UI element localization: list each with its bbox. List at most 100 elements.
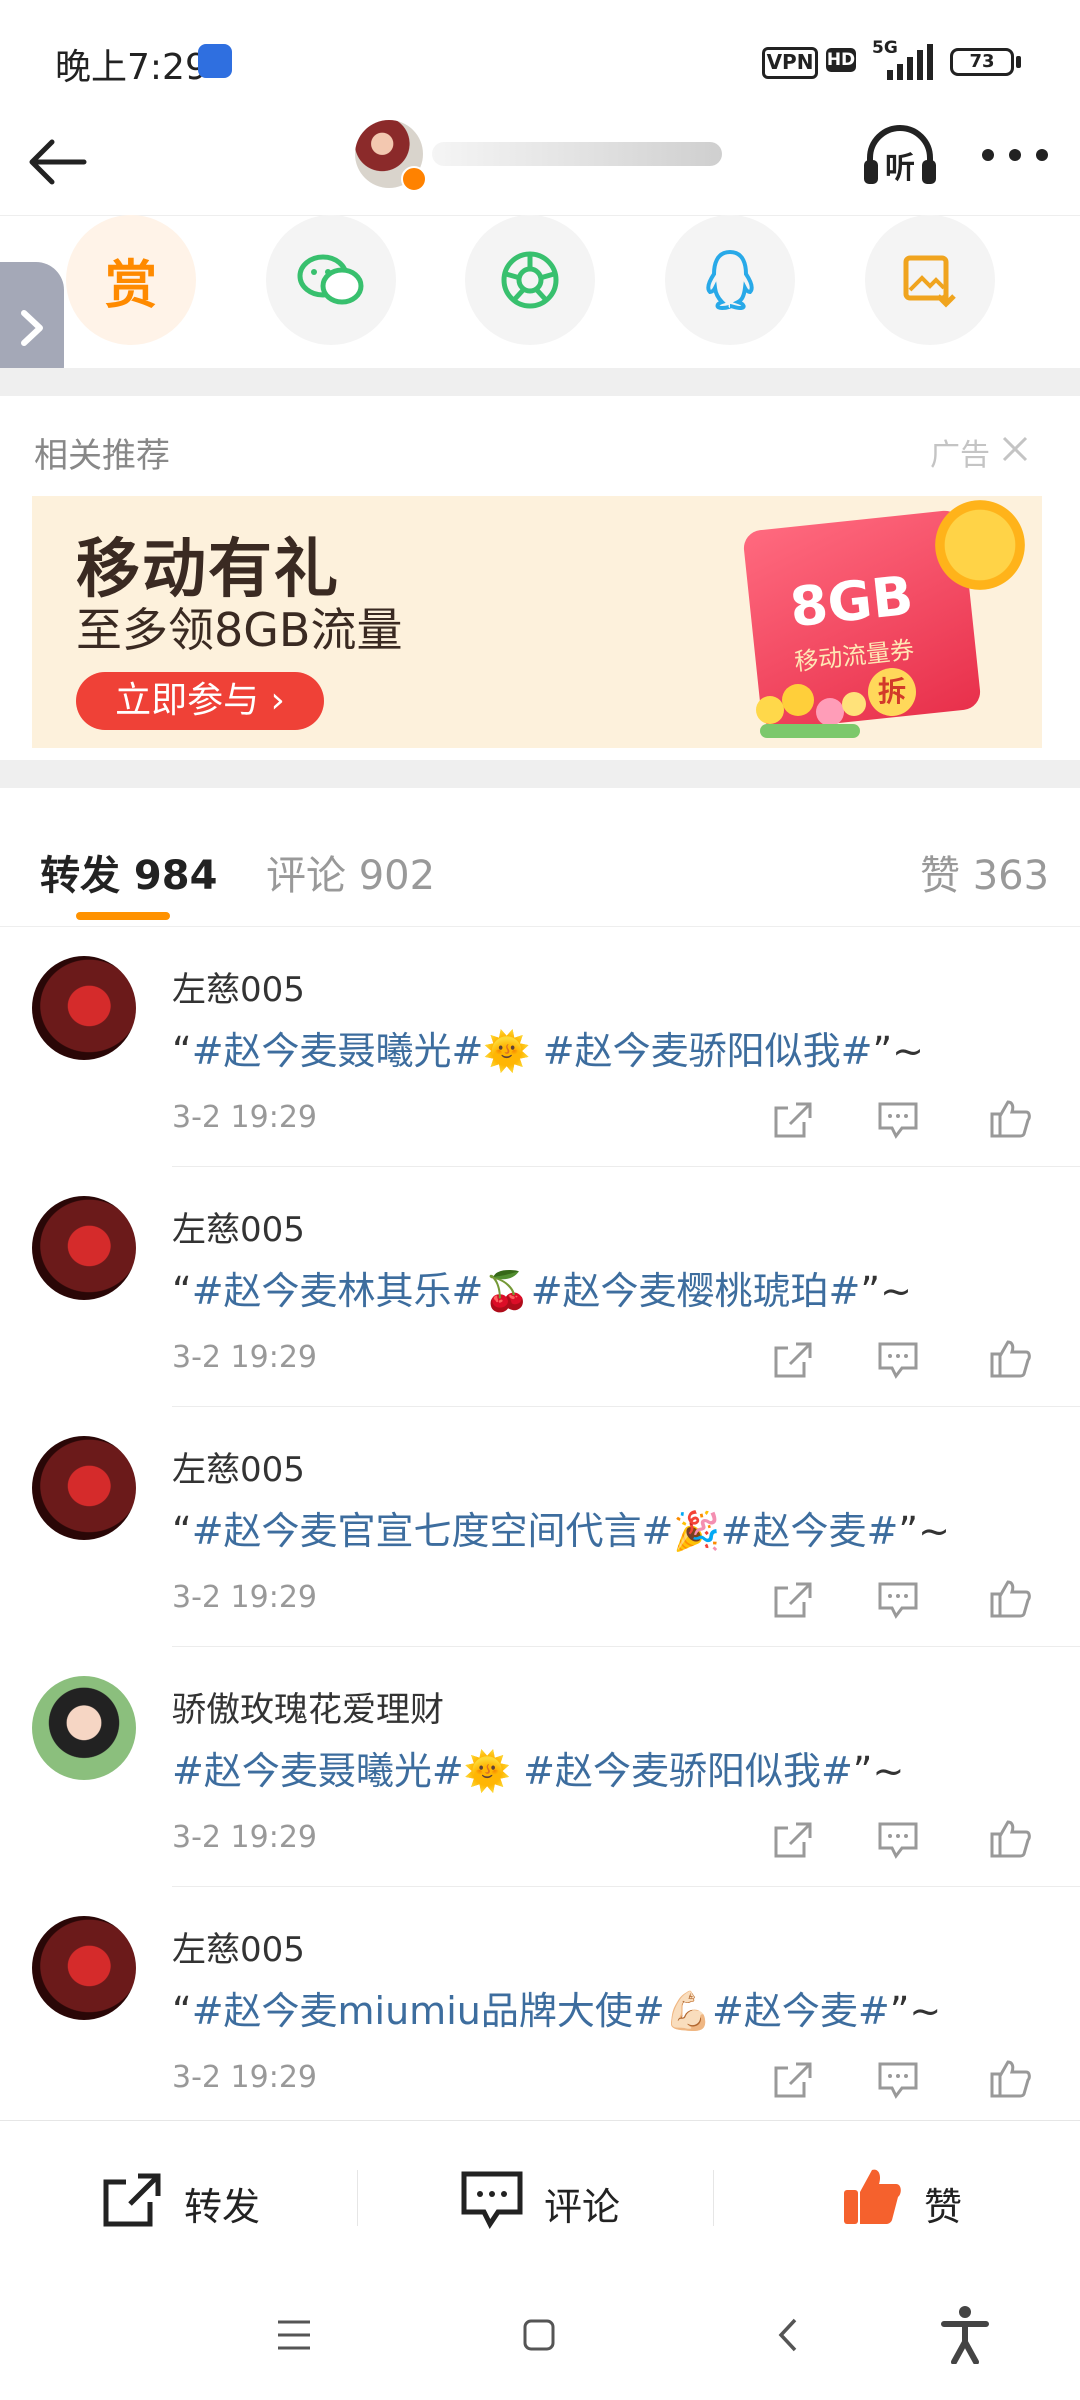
timestamp: 3-2 19:29 xyxy=(172,1580,317,1615)
close-icon[interactable] xyxy=(1000,434,1030,464)
moments-icon xyxy=(501,251,559,309)
listen-label: 听 xyxy=(885,151,915,186)
topic-link[interactable]: #赵今麦# xyxy=(712,1989,890,2033)
avatar[interactable] xyxy=(32,956,136,1060)
more-options-icon[interactable] xyxy=(978,140,1052,170)
comment-icon[interactable] xyxy=(876,2060,920,2100)
app-notification-icon xyxy=(198,44,232,78)
accessibility-icon[interactable] xyxy=(940,2304,990,2364)
username[interactable]: 左慈005 xyxy=(172,962,305,1011)
list-item[interactable]: 左慈005 “#赵今麦官宣七度空间代言#🎉#赵今麦#”~ 3-2 19:29 xyxy=(0,1410,1080,1650)
comment-icon xyxy=(461,2171,523,2229)
author-name-blurred[interactable] xyxy=(432,142,722,166)
like-icon[interactable] xyxy=(988,1338,1032,1378)
comment-icon[interactable] xyxy=(876,1580,920,1620)
avatar[interactable] xyxy=(32,1916,136,2020)
wechat-icon xyxy=(297,254,364,305)
share-moments-button[interactable] xyxy=(465,215,595,345)
divider xyxy=(172,1886,1080,1887)
bottom-like-label: 赞 xyxy=(924,2185,963,2229)
like-icon[interactable] xyxy=(988,2058,1032,2098)
username[interactable]: 左慈005 xyxy=(172,1442,305,1491)
flowers-icon xyxy=(756,684,866,738)
divider xyxy=(172,1406,1080,1407)
status-time: 晚上7:29 xyxy=(55,47,208,88)
topic-link[interactable]: #赵今麦樱桃琥珀# xyxy=(531,1269,861,1313)
timestamp: 3-2 19:29 xyxy=(172,2060,317,2095)
bottom-comment-button[interactable]: 评论 xyxy=(460,2168,680,2232)
sun-icon xyxy=(935,500,1025,590)
repost-text: “#赵今麦官宣七度空间代言#🎉#赵今麦#”~ xyxy=(172,1509,950,1553)
topic-link[interactable]: #赵今麦官宣七度空间代言# xyxy=(192,1509,674,1553)
ad-card-amount: 8GB xyxy=(787,563,917,640)
separator xyxy=(357,2170,358,2226)
comment-icon[interactable] xyxy=(876,1820,920,1860)
chevron-right-icon xyxy=(21,310,43,346)
bottom-repost-label: 转发 xyxy=(184,2185,261,2229)
back-arrow-icon[interactable] xyxy=(26,130,90,194)
repost-icon[interactable] xyxy=(770,1820,814,1860)
list-item[interactable]: 骄傲玫瑰花爱理财 #赵今麦聂曦光#🌞 #赵今麦骄阳似我#”~ 3-2 19:29 xyxy=(0,1650,1080,1890)
like-icon[interactable] xyxy=(988,1818,1032,1858)
ad-cta-button[interactable]: 立即参与 › xyxy=(76,672,324,730)
avatar[interactable] xyxy=(32,1436,136,1540)
nav-back-icon[interactable] xyxy=(775,2316,801,2354)
timestamp: 3-2 19:29 xyxy=(172,1100,317,1135)
save-image-button[interactable] xyxy=(865,215,995,345)
recommend-title: 相关推荐 xyxy=(34,436,170,476)
repost-icon[interactable] xyxy=(770,1340,814,1380)
username[interactable]: 左慈005 xyxy=(172,1922,305,1971)
reward-icon: 赏 xyxy=(104,255,157,316)
timestamp: 3-2 19:29 xyxy=(172,1340,317,1375)
list-item[interactable]: 左慈005 “#赵今麦林其乐#🍒#赵今麦樱桃琥珀#”~ 3-2 19:29 xyxy=(0,1170,1080,1410)
section-divider xyxy=(0,760,1080,788)
emoji: 💪🏻 xyxy=(664,1989,713,2033)
listen-button[interactable]: 听 xyxy=(860,120,940,190)
share-wechat-button[interactable] xyxy=(266,215,396,345)
comment-icon[interactable] xyxy=(876,1100,920,1140)
topic-link[interactable]: #赵今麦# xyxy=(721,1509,899,1553)
like-icon[interactable] xyxy=(988,1578,1032,1618)
topic-link[interactable]: #赵今麦骄阳似我# xyxy=(523,1749,853,1793)
ad-card-badge: 拆 xyxy=(868,668,916,716)
divider xyxy=(172,1166,1080,1167)
username[interactable]: 左慈005 xyxy=(172,1202,305,1251)
repost-icon[interactable] xyxy=(770,1580,814,1620)
battery-indicator: 73 xyxy=(950,48,1014,76)
like-icon[interactable] xyxy=(988,1098,1032,1138)
topic-link[interactable]: #赵今麦林其乐# xyxy=(192,1269,484,1313)
hd-badge: HD xyxy=(826,48,856,72)
share-qq-button[interactable] xyxy=(665,215,795,345)
topic-link[interactable]: #赵今麦聂曦光# xyxy=(192,1029,484,1073)
ad-subtitle: 至多领8GB流量 xyxy=(76,603,403,657)
thumbs-up-icon xyxy=(844,2169,901,2224)
topic-link[interactable]: #赵今麦miumiu品牌大使# xyxy=(192,1989,665,2033)
home-icon[interactable] xyxy=(522,2318,556,2352)
list-item[interactable]: 左慈005 “#赵今麦miumiu品牌大使#💪🏻#赵今麦#”~ 3-2 19:2… xyxy=(0,1890,1080,2130)
bottom-comment-label: 评论 xyxy=(544,2185,621,2229)
signal-icon xyxy=(887,44,933,80)
avatar[interactable] xyxy=(32,1196,136,1300)
bottom-repost-button[interactable]: 转发 xyxy=(100,2168,320,2232)
repost-text: #赵今麦聂曦光#🌞 #赵今麦骄阳似我#”~ xyxy=(172,1749,905,1793)
tab-comment[interactable]: 评论 902 xyxy=(266,843,435,901)
username[interactable]: 骄傲玫瑰花爱理财 xyxy=(172,1682,444,1731)
repost-icon[interactable] xyxy=(770,1100,814,1140)
list-item[interactable]: 左慈005 “#赵今麦聂曦光#🌞 #赵今麦骄阳似我#”~ 3-2 19:29 xyxy=(0,930,1080,1170)
avatar[interactable] xyxy=(32,1676,136,1780)
bottom-like-button[interactable]: 赞 xyxy=(840,2164,1020,2234)
emoji: 🌞 xyxy=(483,1029,531,1073)
topic-link[interactable]: #赵今麦骄阳似我# xyxy=(543,1029,873,1073)
tab-repost[interactable]: 转发 984 xyxy=(40,843,217,901)
menu-icon[interactable] xyxy=(276,2318,312,2352)
repost-icon[interactable] xyxy=(770,2060,814,2100)
tab-like[interactable]: 赞 363 xyxy=(920,843,1049,901)
comment-icon[interactable] xyxy=(876,1340,920,1380)
divider xyxy=(172,1646,1080,1647)
reward-button[interactable]: 赏 xyxy=(66,215,196,345)
emoji: 🍒 xyxy=(483,1269,531,1313)
repost-text: “#赵今麦林其乐#🍒#赵今麦樱桃琥珀#”~ xyxy=(172,1269,912,1313)
repost-icon xyxy=(103,2173,161,2227)
timestamp: 3-2 19:29 xyxy=(172,1820,317,1855)
topic-link[interactable]: #赵今麦聂曦光# xyxy=(172,1749,464,1793)
